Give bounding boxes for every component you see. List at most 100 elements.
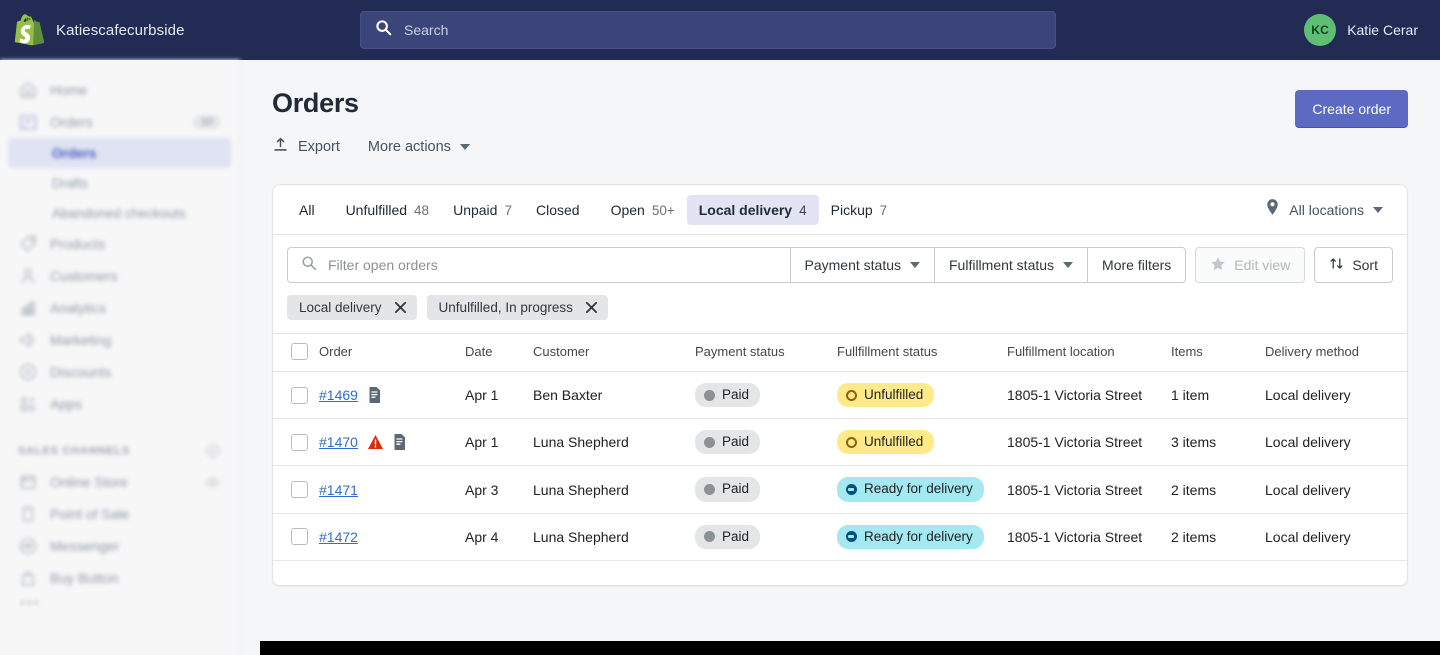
point-of-sale-icon xyxy=(18,504,38,524)
buy-button-icon xyxy=(18,568,38,588)
sidebar-channel-online-store[interactable]: Online Store xyxy=(8,466,231,498)
tab-local-delivery[interactable]: Local delivery 4 xyxy=(686,194,819,225)
row-checkbox[interactable] xyxy=(291,481,308,499)
row-payment-status-cell: Paid xyxy=(695,418,837,467)
tab-open[interactable]: Open 50+ xyxy=(599,195,687,225)
status-badge-payment: Paid xyxy=(695,477,761,502)
tab-label: Open xyxy=(610,201,645,218)
edit-view-button[interactable]: Edit view xyxy=(1195,247,1306,283)
sidebar-subitem-abandoned-checkouts[interactable]: Abandoned checkouts xyxy=(8,198,231,228)
col-fulfillment-location: Fulfillment location xyxy=(1007,333,1171,372)
order-link[interactable]: #1470 xyxy=(319,434,358,450)
customers-icon xyxy=(18,266,38,286)
more-filters-label: More filters xyxy=(1102,257,1172,273)
sidebar-item-orders[interactable]: Orders 10 xyxy=(8,106,231,138)
tab-unfulfilled[interactable]: Unfulfilled 48 xyxy=(334,195,442,225)
status-dot-icon xyxy=(704,531,715,543)
edit-view-label: Edit view xyxy=(1234,257,1291,273)
row-items-cell: 3 items xyxy=(1171,418,1265,467)
row-checkbox[interactable] xyxy=(291,528,308,546)
row-delivery-method-cell: Local delivery xyxy=(1265,371,1407,420)
tab-all[interactable]: All xyxy=(287,195,334,225)
row-customer-cell: Luna Shepherd xyxy=(533,465,695,514)
table-row[interactable]: #1471 Apr 3 Luna Shepherd Paid Ready for… xyxy=(273,465,1407,514)
sidebar-item-analytics[interactable]: Analytics xyxy=(8,292,231,324)
status-badge-payment: Paid xyxy=(695,383,761,408)
more-filters-button[interactable]: More filters xyxy=(1088,247,1187,283)
status-ring-icon xyxy=(846,389,857,401)
sidebar-channel-label: Online Store xyxy=(50,474,128,490)
filter-orders-input[interactable]: Filter open orders xyxy=(287,247,790,283)
messenger-icon xyxy=(18,536,38,556)
sidebar-item-home[interactable]: Home xyxy=(8,74,231,106)
orders-card: All Unfulfilled 48 Unpaid 7 Closed Open … xyxy=(272,184,1408,586)
tab-pickup[interactable]: Pickup 7 xyxy=(819,195,900,225)
plus-circle-icon[interactable] xyxy=(205,443,221,459)
sidebar-item-marketing[interactable]: Marketing xyxy=(8,324,231,356)
tab-label: Unfulfilled xyxy=(345,201,408,218)
order-link[interactable]: #1471 xyxy=(319,482,358,498)
row-location-cell: 1805-1 Victoria Street xyxy=(1007,371,1171,420)
row-payment-status-cell: Paid xyxy=(695,465,837,514)
col-fulfillment-status: Fullfillment status xyxy=(837,333,1007,372)
status-badge-fulfillment: Ready for delivery xyxy=(837,524,984,549)
sidebar-more-icon[interactable]: ••• xyxy=(0,594,239,610)
table-row[interactable]: #1469 Apr 1 Ben Baxter Paid Unfulfilled … xyxy=(273,371,1407,420)
page-header: Orders Export More actions Create order xyxy=(240,60,1440,158)
sidebar-channel-buy-button[interactable]: Buy Button xyxy=(8,562,231,594)
brand-area[interactable]: Katiescafecurbside xyxy=(0,14,360,46)
sidebar-item-customers[interactable]: Customers xyxy=(8,260,231,292)
locations-selector[interactable]: All locations xyxy=(1265,198,1393,221)
filter-chip-local-delivery[interactable]: Local delivery xyxy=(287,295,417,320)
sidebar-channel-messenger[interactable]: Messenger xyxy=(8,530,231,562)
row-order-cell: #1469 xyxy=(319,371,465,420)
order-link[interactable]: #1469 xyxy=(319,387,358,403)
sidebar-item-products[interactable]: Products xyxy=(8,228,231,260)
sidebar-channel-point-of-sale[interactable]: Point of Sale xyxy=(8,498,231,530)
row-order-cell: #1471 xyxy=(319,465,465,514)
account-menu[interactable]: KC Katie Cerar xyxy=(1304,14,1440,46)
tab-count: 7 xyxy=(504,202,512,218)
tab-count: 50+ xyxy=(651,202,675,218)
col-date: Date xyxy=(465,333,533,372)
sidebar-channel-label: Messenger xyxy=(50,538,120,554)
filter-chip-unfulfilled-in-progress[interactable]: Unfulfilled, In progress xyxy=(426,295,608,320)
table-row[interactable]: #1470 Apr 1 Luna Shepherd Paid Unfulfill… xyxy=(273,418,1407,467)
sidebar-item-label: Discounts xyxy=(50,364,112,380)
filter-bar: Filter open orders Payment status Fulfil… xyxy=(273,235,1407,283)
more-actions-button[interactable]: More actions xyxy=(368,139,470,155)
row-order-cell: #1470 xyxy=(319,418,465,467)
tab-unpaid[interactable]: Unpaid 7 xyxy=(441,195,524,225)
row-customer-cell: Ben Baxter xyxy=(533,371,695,420)
sidebar-subitem-label: Drafts xyxy=(52,175,89,191)
select-all-header xyxy=(273,333,319,372)
row-delivery-method-cell: Local delivery xyxy=(1265,465,1407,514)
sidebar-item-apps[interactable]: Apps xyxy=(8,388,231,420)
sidebar-item-discounts[interactable]: Discounts xyxy=(8,356,231,388)
sidebar-subitem-orders[interactable]: Orders xyxy=(8,138,231,168)
global-search-input[interactable]: Search xyxy=(360,11,1056,49)
export-button[interactable]: Export xyxy=(272,136,340,158)
global-search-placeholder: Search xyxy=(404,22,449,38)
sort-button[interactable]: Sort xyxy=(1314,247,1393,283)
sidebar-subitem-drafts[interactable]: Drafts xyxy=(8,168,231,198)
tab-closed[interactable]: Closed xyxy=(524,195,599,225)
payment-status-filter-button[interactable]: Payment status xyxy=(789,247,935,283)
row-checkbox[interactable] xyxy=(291,433,308,451)
row-checkbox[interactable] xyxy=(291,386,308,404)
col-items: Items xyxy=(1171,333,1265,372)
select-all-checkbox[interactable] xyxy=(291,343,308,360)
row-select-cell xyxy=(273,418,319,467)
eye-icon[interactable] xyxy=(204,474,221,491)
close-icon[interactable] xyxy=(585,301,598,314)
filter-orders-placeholder: Filter open orders xyxy=(328,257,438,273)
orders-count-badge: 10 xyxy=(192,115,221,129)
create-order-button[interactable]: Create order xyxy=(1295,90,1408,128)
fulfillment-status-filter-button[interactable]: Fulfillment status xyxy=(935,247,1089,283)
sidebar-item-label: Home xyxy=(50,82,88,98)
order-link[interactable]: #1472 xyxy=(319,529,358,545)
close-icon[interactable] xyxy=(394,301,407,314)
account-name: Katie Cerar xyxy=(1347,22,1418,38)
table-row[interactable]: #1472 Apr 4 Luna Shepherd Paid Ready for… xyxy=(273,513,1407,561)
star-icon xyxy=(1210,256,1226,275)
